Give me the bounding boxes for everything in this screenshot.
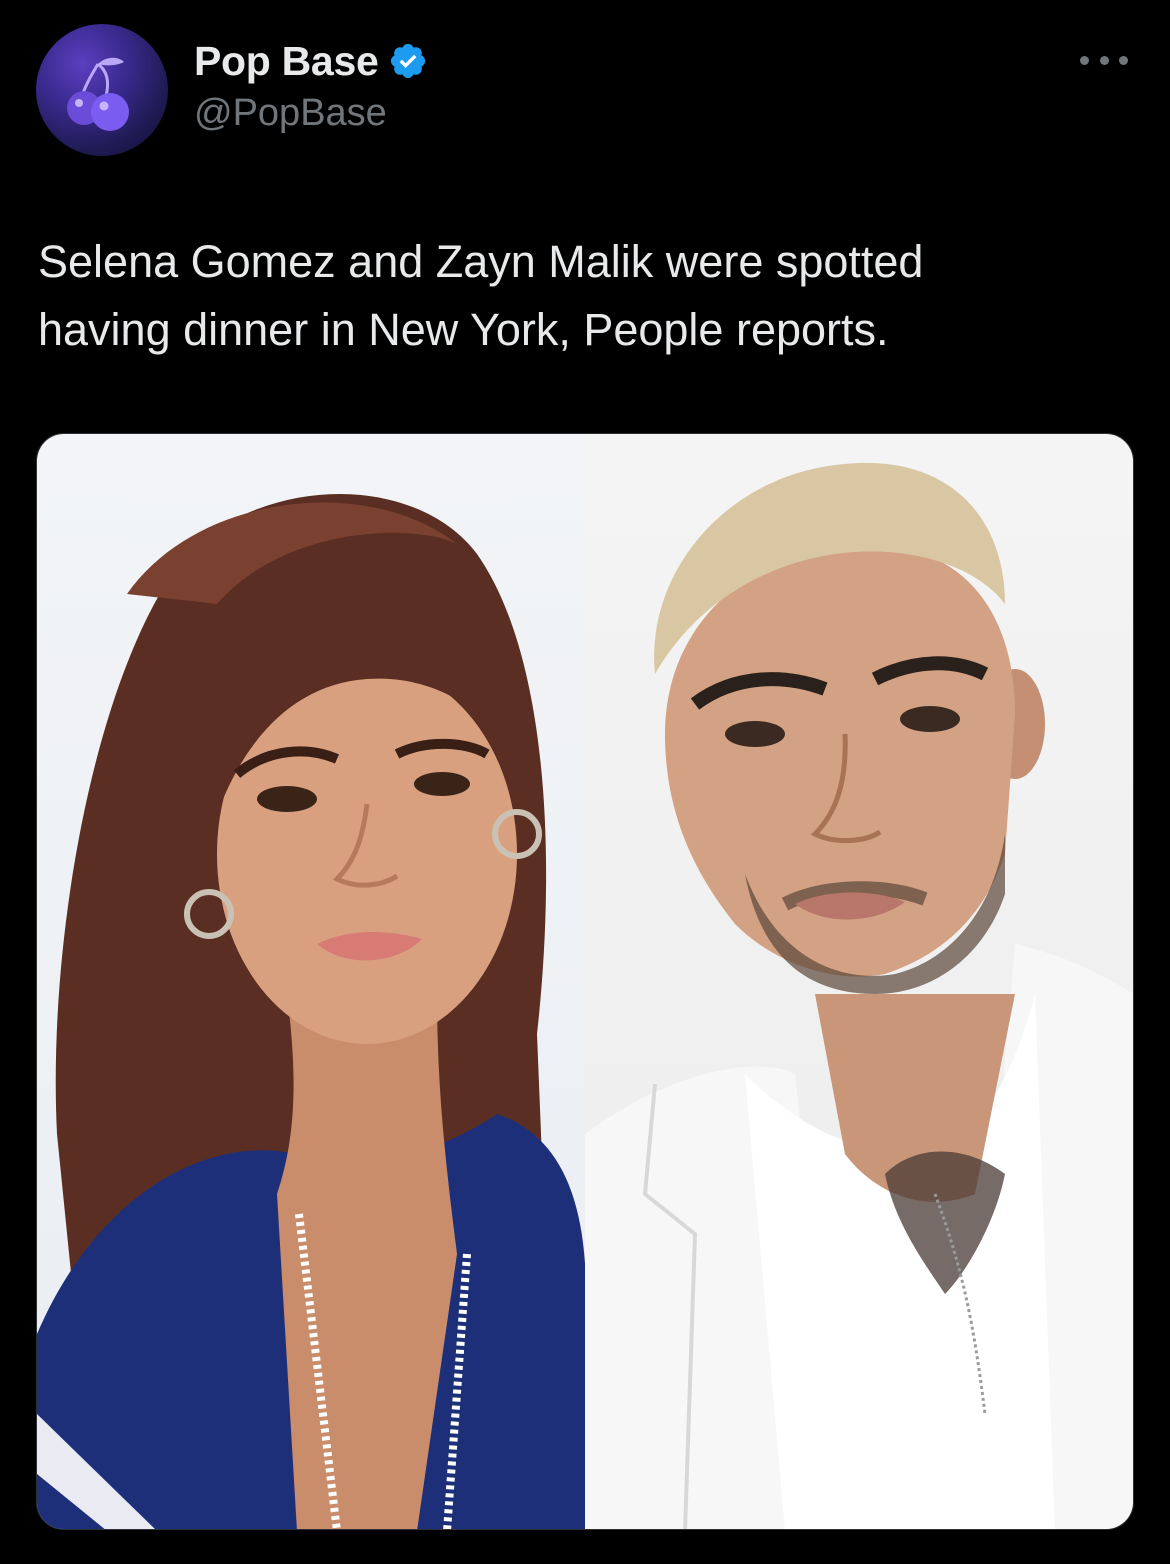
author-display-name[interactable]: Pop Base: [194, 38, 379, 85]
photo-left[interactable]: [37, 434, 585, 1529]
more-dot: [1080, 55, 1089, 65]
author-name-row: Pop Base: [194, 36, 428, 86]
woman-portrait-image: [37, 494, 585, 1529]
author-handle[interactable]: @PopBase: [194, 92, 387, 135]
avatar[interactable]: [36, 24, 168, 156]
more-dot: [1099, 55, 1109, 65]
more-dot: [1119, 55, 1128, 65]
more-options-icon[interactable]: [1080, 48, 1128, 72]
man-portrait-image: [585, 462, 1133, 1529]
tweet-text: Selena Gomez and Zayn Malik were spotted…: [38, 236, 924, 355]
cherry-icon: [67, 57, 129, 131]
verified-badge-icon[interactable]: [388, 41, 428, 81]
tweet-media[interactable]: [36, 433, 1134, 1530]
photo-right[interactable]: [585, 434, 1133, 1529]
tweet: Pop Base @PopBase Selena Gomez and Zayn …: [0, 0, 1170, 1564]
